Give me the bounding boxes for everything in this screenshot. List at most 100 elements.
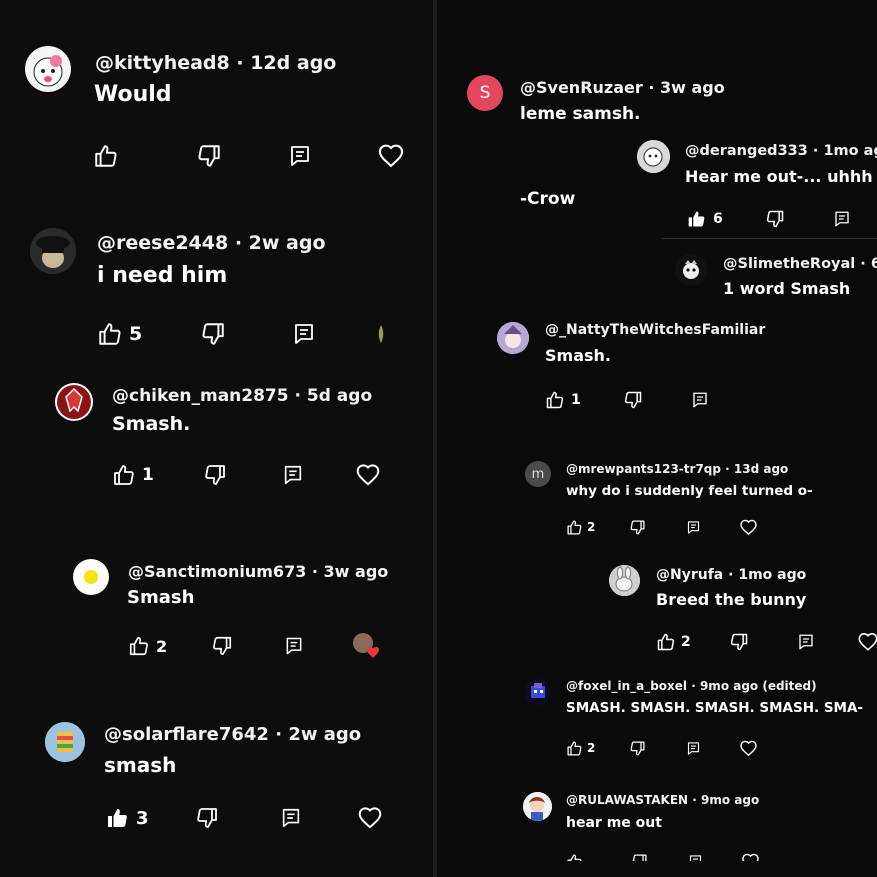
dislike-button[interactable] — [765, 209, 785, 229]
thumbs-up-icon — [97, 321, 123, 347]
heart-button[interactable] — [377, 142, 405, 170]
dislike-button[interactable] — [729, 632, 749, 652]
like-button[interactable]: 1 — [112, 463, 154, 487]
dislike-button[interactable] — [629, 740, 646, 757]
reply-button[interactable] — [280, 807, 302, 829]
username-link[interactable]: @Sanctimonium673 — [128, 562, 306, 581]
reply-button[interactable] — [282, 464, 304, 486]
avatar[interactable] — [609, 565, 640, 596]
reply-button[interactable] — [292, 322, 316, 346]
heart-button[interactable] — [355, 462, 381, 488]
avatar[interactable] — [45, 722, 85, 762]
dislike-button[interactable] — [631, 853, 648, 870]
dislike-button[interactable] — [629, 519, 646, 536]
witch-avatar-icon — [497, 322, 529, 354]
thumbs-up-icon — [545, 390, 565, 410]
dislike-button[interactable] — [195, 806, 219, 830]
reply-button[interactable] — [688, 854, 703, 869]
comment-actions: 3 — [106, 805, 383, 831]
heart-button[interactable] — [739, 518, 758, 537]
heart-button[interactable] — [357, 805, 383, 831]
username-link[interactable]: @deranged333 — [685, 143, 808, 159]
dislike-button[interactable] — [211, 635, 233, 657]
username-link[interactable]: @Nyrufa — [656, 567, 723, 583]
like-button[interactable]: 2 — [656, 632, 691, 652]
username-link[interactable]: @RULAWASTAKEN — [566, 793, 688, 807]
left-comment-panel: @kittyhead8 · 12d ago Would @reese2448 ·… — [0, 0, 433, 877]
dislike-button[interactable] — [196, 143, 222, 169]
avatar[interactable] — [637, 140, 670, 173]
reply-button[interactable] — [686, 741, 701, 756]
dislike-button[interactable] — [623, 390, 643, 410]
reply-button[interactable] — [691, 391, 709, 409]
comment-text: Smash. — [112, 413, 191, 435]
comment-meta: · 9mo ago — [688, 793, 760, 807]
username-link[interactable]: @SlimetheRoyal — [723, 256, 855, 272]
avatar[interactable] — [675, 254, 707, 286]
like-button[interactable]: 2 — [566, 740, 595, 757]
like-button[interactable]: 6 — [687, 209, 723, 229]
comment-header: @kittyhead8 · 12d ago — [95, 52, 336, 74]
reply-button[interactable] — [284, 636, 304, 656]
username-link[interactable]: @_NattyTheWitchesFamiliar — [545, 322, 765, 338]
comment-text: smash — [104, 753, 177, 777]
dislike-button[interactable] — [200, 321, 226, 347]
comment-header: @_NattyTheWitchesFamiliar — [545, 322, 765, 338]
comment-header: @Nyrufa · 1mo ago — [656, 567, 806, 583]
like-button[interactable]: 1 — [545, 390, 581, 410]
like-count: 6 — [713, 211, 723, 227]
comment-text: Smash. — [545, 346, 611, 365]
reply-button[interactable] — [797, 633, 815, 651]
reply-button[interactable] — [686, 520, 701, 535]
comment-meta: · 2w ago — [228, 232, 326, 254]
comment-actions: 2 — [656, 631, 877, 653]
like-count: 2 — [681, 634, 691, 650]
dislike-button[interactable] — [203, 463, 227, 487]
avatar[interactable] — [497, 322, 529, 354]
reply-icon — [691, 391, 709, 409]
avatar[interactable] — [523, 792, 552, 821]
username-link[interactable]: @SvenRuzaer — [520, 78, 643, 97]
comment-text: hear me out — [566, 815, 662, 831]
username-link[interactable]: @chiken_man2875 — [112, 386, 289, 406]
like-button[interactable]: 2 — [128, 635, 167, 657]
username-link[interactable]: @solarflare7642 — [104, 724, 269, 745]
avatar[interactable] — [25, 46, 71, 92]
heart-button[interactable] — [857, 631, 877, 653]
username-link[interactable]: @kittyhead8 — [95, 52, 230, 74]
reply-icon — [688, 854, 703, 869]
username-link[interactable]: @foxel_in_a_boxel — [566, 679, 687, 693]
like-button[interactable]: 5 — [97, 321, 142, 347]
comment-actions: 2 — [566, 739, 758, 757]
comment-meta: · 2w ago — [268, 724, 362, 745]
heart-button[interactable] — [741, 852, 760, 871]
comment-header: @solarflare7642 · 2w ago — [104, 724, 361, 745]
comment-header: @mrewpants123-tr7qp · 13d ago — [566, 462, 788, 476]
like-button[interactable]: 3 — [106, 806, 149, 830]
like-button[interactable] — [566, 853, 583, 870]
avatar[interactable] — [525, 679, 551, 705]
thumbs-down-icon — [765, 209, 785, 229]
rainbow-avatar-icon — [45, 722, 85, 762]
avatar[interactable] — [55, 383, 93, 421]
avatar[interactable]: S — [467, 75, 503, 111]
thumbs-down-icon — [196, 143, 222, 169]
like-button[interactable] — [93, 143, 119, 169]
comment-actions: 2 — [128, 633, 382, 658]
like-button[interactable]: 2 — [566, 519, 595, 536]
username-link[interactable]: @mrewpants123-tr7qp — [566, 462, 721, 476]
reply-button[interactable] — [833, 210, 851, 228]
reply-icon — [797, 633, 815, 651]
comment-text: leme samsh. — [520, 104, 641, 124]
reply-button[interactable] — [288, 144, 312, 168]
comment-text: why do i suddenly feel turned o- — [566, 483, 813, 499]
avatar[interactable] — [30, 228, 76, 274]
comment-text-continuation: -Crow — [520, 189, 576, 209]
comment-meta: · 9mo ago (edited) — [687, 679, 817, 693]
avatar-letter: m — [531, 466, 545, 482]
username-link[interactable]: @reese2448 — [97, 232, 228, 254]
avatar[interactable] — [73, 559, 109, 595]
comment-meta: · 12d ago — [229, 52, 337, 74]
heart-button[interactable] — [739, 739, 758, 758]
avatar[interactable]: m — [525, 461, 551, 487]
